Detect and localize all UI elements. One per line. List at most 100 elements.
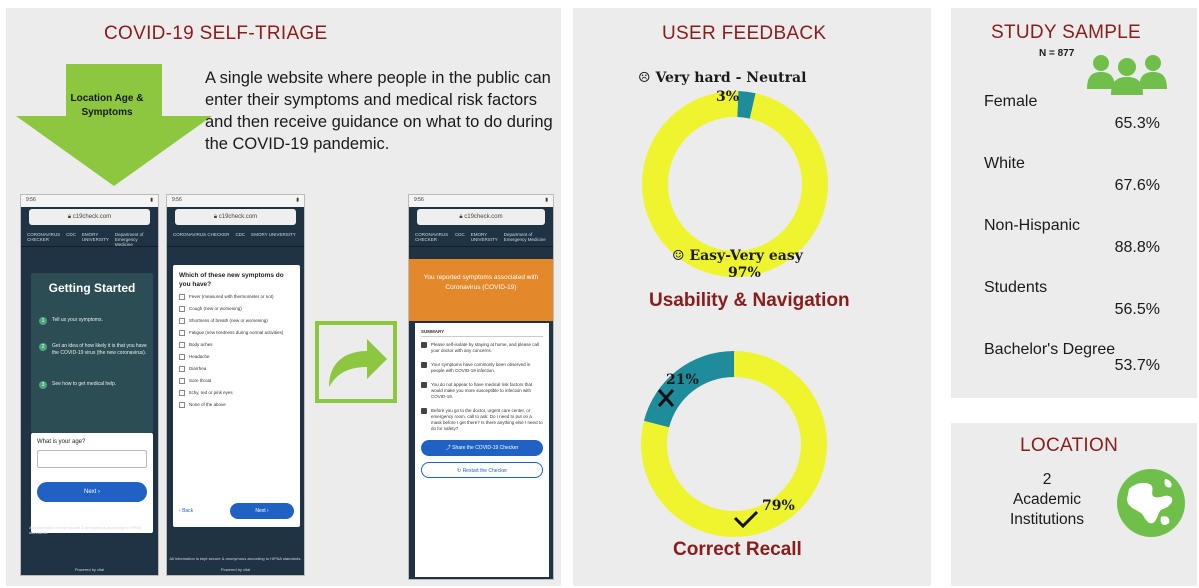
symptom-option[interactable]: Itchy, red or pink eyes bbox=[179, 390, 294, 396]
people-icon bbox=[1087, 55, 1167, 95]
checkbox[interactable] bbox=[179, 366, 185, 372]
share-arrow-icon bbox=[315, 321, 397, 403]
url-bar[interactable]: 🔒︎ c19check.com bbox=[417, 209, 545, 225]
partner-cdc: CDC bbox=[66, 232, 76, 237]
symptom-option[interactable]: Shortness of breath (new or worsening) bbox=[179, 318, 294, 324]
location-line-1: Academic bbox=[1012, 491, 1082, 508]
sample-value: 67.6% bbox=[1114, 177, 1160, 194]
site-header: CORONAVIRUS CHECKER CDC EMORY UNIVERSITY… bbox=[21, 229, 158, 247]
usability-chart-title: Usability & Navigation bbox=[649, 290, 850, 311]
symptom-option[interactable]: Body aches bbox=[179, 342, 294, 348]
summary-item: Your symptoms have commonly been observe… bbox=[421, 362, 543, 374]
privacy-note: All information is kept secure & anonymo… bbox=[29, 525, 142, 535]
location-title: LOCATION bbox=[1020, 435, 1119, 456]
summary-label: SUMMARY bbox=[421, 329, 543, 337]
sample-label: Female bbox=[984, 93, 1038, 110]
data-label-easy-very-easy: 97% bbox=[728, 265, 761, 281]
location-line-2: Institutions bbox=[1009, 511, 1085, 528]
battery-icon: ▮ bbox=[150, 197, 153, 203]
url-text: c19check.com bbox=[72, 214, 112, 220]
symptom-option-label: Cough (new or worsening) bbox=[189, 306, 242, 311]
feedback-title: USER FEEDBACK bbox=[662, 23, 827, 44]
symptom-nav: ‹ Back Next › bbox=[179, 503, 294, 519]
checkbox[interactable] bbox=[179, 402, 185, 408]
arrow-label: Location Age & Symptoms bbox=[70, 93, 144, 118]
symptom-option[interactable]: Diarrhea bbox=[179, 366, 294, 372]
getting-started-heading: Getting Started bbox=[48, 281, 136, 295]
url-text: c19check.com bbox=[464, 214, 503, 220]
symptom-option[interactable]: None of the above bbox=[179, 402, 294, 408]
sample-label: Bachelor's Degree bbox=[984, 341, 1116, 358]
partner-emory: EMORY UNIVERSITY bbox=[81, 232, 109, 242]
partner-emory: EMORY UNIVERSITY bbox=[470, 232, 498, 242]
age-form: What is your age? Next › bbox=[31, 433, 153, 533]
url-bar[interactable]: 🔒︎ c19check.com bbox=[29, 209, 150, 225]
symptom-option-label: Fatigue (new tiredness during normal act… bbox=[189, 330, 284, 335]
next-button[interactable]: Next › bbox=[230, 503, 294, 519]
symptom-option[interactable]: Fatigue (new tiredness during normal act… bbox=[179, 330, 294, 336]
feedback-panel: USER FEEDBACK ☹ Very hard - Neutral 3% ☺… bbox=[573, 8, 931, 586]
age-input[interactable] bbox=[37, 450, 147, 468]
info-icon bbox=[421, 382, 427, 388]
next-button[interactable]: Next › bbox=[37, 482, 147, 502]
symptoms-card: Which of these new symptoms do you have?… bbox=[173, 265, 300, 527]
symptom-options: Fever (measured with thermometer or not)… bbox=[179, 294, 294, 408]
location-panel: LOCATION 2 Academic Institutions bbox=[951, 423, 1197, 586]
symptom-option[interactable]: Sore throat bbox=[179, 378, 294, 384]
battery-icon: ▮ bbox=[545, 197, 548, 203]
getting-started-card: Getting Started 1 Tell us your symptoms. … bbox=[31, 273, 153, 433]
symptom-option[interactable]: Fever (measured with thermometer or not) bbox=[179, 294, 294, 300]
checkbox[interactable] bbox=[179, 342, 185, 348]
study-sample-panel: STUDY SAMPLE N = 877 Female 65.3% White 67.… bbox=[951, 8, 1197, 398]
status-bar: 9:56 ▮ bbox=[409, 195, 553, 207]
powered-by: Powered by vital bbox=[74, 567, 105, 572]
phone-screen-results: 9:56 ▮ 🔒︎ c19check.com CORONAVIRUS CHECKE… bbox=[408, 194, 554, 580]
down-arrow-icon bbox=[16, 64, 212, 186]
triage-title: COVID-19 SELF-TRIAGE bbox=[104, 23, 328, 44]
symptom-option[interactable]: Headache bbox=[179, 354, 294, 360]
phone-screen-symptoms: 9:56 ▮ 🔒︎ c19check.com CORONAVIRUS CHECKE… bbox=[166, 194, 305, 576]
data-label-incorrect: 21% bbox=[666, 372, 699, 388]
sample-value: 88.8% bbox=[1114, 239, 1160, 256]
checkbox[interactable] bbox=[179, 354, 185, 360]
symptom-option[interactable]: Cough (new or worsening) bbox=[179, 306, 294, 312]
sample-value: 56.5% bbox=[1114, 301, 1160, 318]
partner-dept: Department of Emergency Medicine bbox=[114, 232, 144, 247]
symptom-option-label: None of the above bbox=[189, 402, 226, 407]
powered-by: Powered by vital bbox=[220, 567, 251, 572]
status-time: 9:56 bbox=[26, 197, 36, 203]
summary-item-text: Before you go to the doctor, urgent care… bbox=[431, 408, 543, 431]
triage-description: A single website where people in the pub… bbox=[205, 69, 553, 153]
sample-size: N = 877 bbox=[1039, 48, 1075, 59]
checkbox[interactable] bbox=[179, 330, 185, 336]
partner-cdc: CDC bbox=[455, 232, 465, 237]
check-mark-icon bbox=[733, 510, 759, 528]
status-time: 9:56 bbox=[172, 197, 182, 203]
summary-item-text: You do not appear to have medical risk f… bbox=[431, 382, 533, 399]
checkbox[interactable] bbox=[179, 306, 185, 312]
checkbox[interactable] bbox=[179, 318, 185, 324]
status-time: 9:56 bbox=[414, 197, 424, 203]
privacy-note: All information is kept secure & anonymo… bbox=[169, 556, 302, 561]
cross-mark-icon bbox=[657, 389, 675, 407]
triage-panel: COVID-19 SELF-TRIAGE Location Age & Symp… bbox=[6, 8, 561, 586]
site-logo: CORONAVIRUS CHECKER bbox=[173, 232, 230, 237]
checkbox[interactable] bbox=[179, 294, 185, 300]
symptoms-question: Which of these new symptoms do you have? bbox=[179, 272, 284, 288]
symptom-option-label: Fever (measured with thermometer or not) bbox=[189, 294, 274, 299]
recall-chart-title: Correct Recall bbox=[673, 539, 802, 560]
site-logo: CORONAVIRUS CHECKER bbox=[415, 232, 449, 242]
result-banner: You reported symptoms associated with Co… bbox=[409, 259, 553, 321]
share-checker-button[interactable]: ⤴ Share the COVID-19 Checker bbox=[421, 440, 543, 456]
checkbox[interactable] bbox=[179, 390, 185, 396]
summary-item-text: Your symptoms have commonly been observe… bbox=[431, 362, 531, 373]
battery-icon: ▮ bbox=[296, 197, 299, 203]
summary-item: Before you go to the doctor, urgent care… bbox=[421, 408, 543, 432]
info-icon bbox=[421, 362, 427, 368]
step-item: 1 Tell us your symptoms. bbox=[39, 317, 147, 325]
back-button[interactable]: ‹ Back bbox=[179, 508, 193, 514]
checkbox[interactable] bbox=[179, 378, 185, 384]
location-count: 2 bbox=[1042, 471, 1052, 488]
url-bar[interactable]: 🔒︎ c19check.com bbox=[175, 209, 296, 225]
restart-checker-button[interactable]: ↻ Restart the Checker bbox=[421, 462, 543, 478]
